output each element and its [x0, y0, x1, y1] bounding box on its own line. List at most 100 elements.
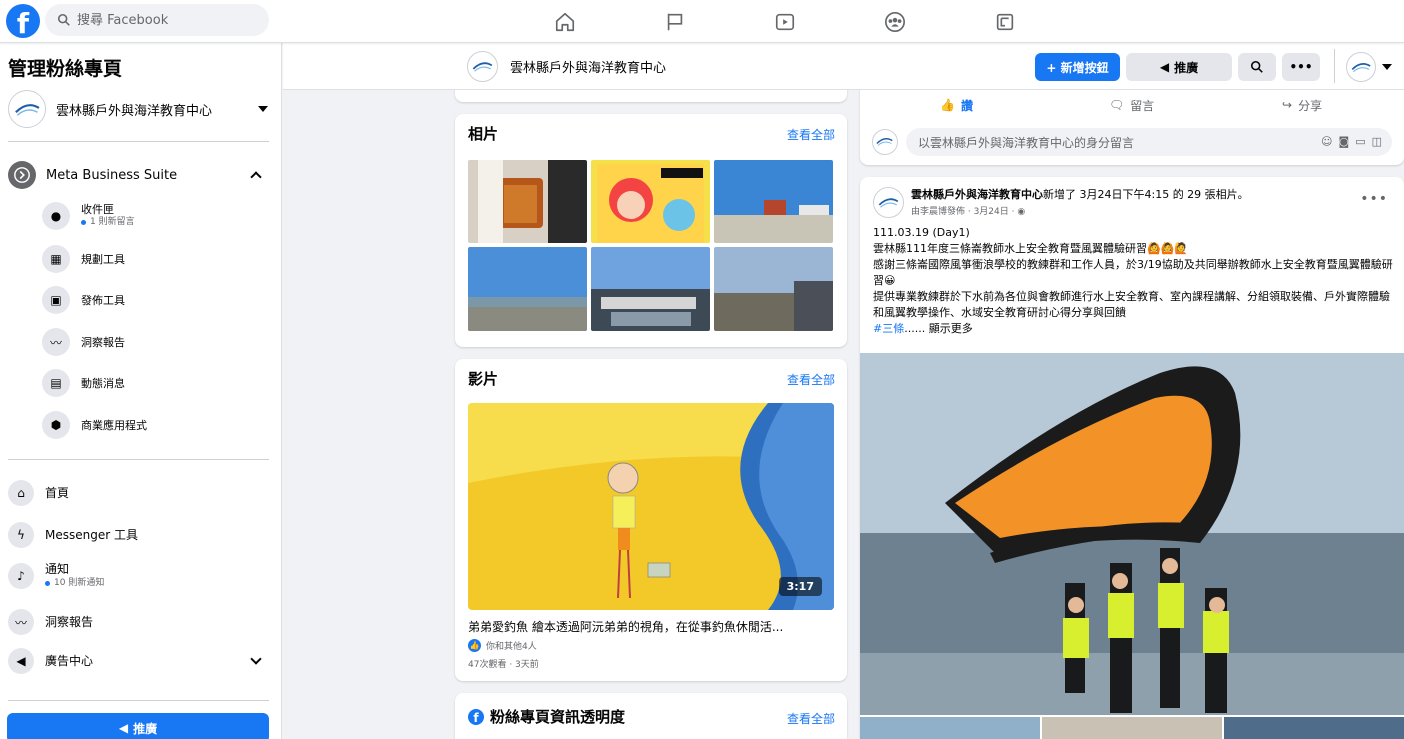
sidebar-item-ad-center[interactable]: ◀ 廣告中心 — [8, 646, 268, 676]
photo-thumbnail[interactable] — [1224, 717, 1404, 739]
page-logo-icon — [878, 198, 899, 208]
page-avatar — [8, 90, 46, 128]
photo-image — [468, 160, 587, 243]
photo-thumbnail[interactable] — [714, 160, 833, 243]
photo-image — [714, 160, 833, 243]
gif-icon[interactable]: ▭ — [1355, 135, 1365, 148]
post-more-icon[interactable]: ••• — [1360, 191, 1388, 207]
more-options-button[interactable]: ••• — [1282, 53, 1320, 81]
sidebar-item-business-apps[interactable]: ⬢ 商業應用程式 — [42, 408, 262, 442]
business-suite-toggle[interactable]: Meta Business Suite — [8, 159, 268, 191]
post-text-line: 提供專業教練群於下水前為各位與會教師進行水上安全教育、室內課程講解、分組領取裝備… — [873, 290, 1390, 319]
camera-icon[interactable]: ◙ — [1339, 135, 1350, 148]
nav-pages[interactable] — [620, 0, 730, 43]
nav-home[interactable] — [510, 0, 620, 43]
photo-thumbnail[interactable] — [1042, 717, 1222, 739]
post-action-bar: 👍 讚 🗨 留言 ↪ 分享 以雲林縣戶外與海洋教育中心的身分留言 ☺ ◙ ▭ ◫ — [860, 88, 1404, 165]
video-title[interactable]: 弟弟愛釣魚 繪本透過阿沅弟弟的視角，在從事釣魚休閒活... — [468, 618, 834, 635]
post-author[interactable]: 雲林縣戶外與海洋教育中心 — [911, 188, 1043, 201]
comment-placeholder: 以雲林縣戶外與海洋教育中心的身分留言 — [918, 135, 1135, 150]
bell-icon: ♪ — [8, 563, 34, 589]
photo-thumbnail[interactable] — [468, 247, 587, 331]
page-header-identity[interactable]: 雲林縣戶外與海洋教育中心 — [467, 51, 666, 82]
messenger-icon: ϟ — [8, 522, 34, 548]
feed-post: 雲林縣戶外與海洋教育中心新增了 3月24日下午4:15 的 29 張相片。 由李… — [860, 177, 1404, 739]
chevron-up-icon[interactable] — [250, 171, 262, 183]
sidebar-item-inbox[interactable]: ● 收件匣 1 則新留言 — [42, 199, 262, 233]
facebook-logo-icon[interactable]: f — [6, 4, 40, 38]
divider — [8, 459, 269, 460]
business-suite-icon — [8, 161, 36, 189]
see-more-link[interactable]: ...... 顯示更多 — [904, 322, 972, 335]
manage-page-sidebar: 管理粉絲專頁 雲林縣戶外與海洋教育中心 Meta Business Suite … — [0, 43, 282, 739]
post-meta: 由李晨博發佈 · 3月24日 · — [911, 207, 1015, 217]
apps-icon: ⬢ — [42, 411, 70, 439]
sidebar-item-insights[interactable]: 〰 洞察報告 — [42, 325, 262, 359]
photos-see-all-link[interactable]: 查看全部 — [787, 126, 835, 143]
videos-card-title: 影片 — [468, 370, 499, 388]
video-likes-text: 你和其他4人 — [486, 642, 537, 652]
sidebar-promote-button[interactable]: ◀ 推廣 — [7, 713, 269, 739]
sidebar-item-planner[interactable]: ▦ 規劃工具 — [42, 242, 262, 276]
page-transparency-card: f 粉絲專頁資訊透明度 查看全部 — [455, 693, 847, 739]
videos-see-all-link[interactable]: 查看全部 — [787, 371, 835, 388]
post-main-photo[interactable] — [860, 353, 1404, 715]
nav-watch[interactable] — [730, 0, 840, 43]
photo-thumbnail[interactable] — [468, 160, 587, 243]
promote-button[interactable]: ◀ 推廣 — [1126, 53, 1232, 81]
search-input[interactable] — [77, 12, 257, 28]
emoji-icon[interactable]: ☺ — [1321, 135, 1332, 148]
unread-dot — [81, 220, 86, 225]
transparency-see-all-link[interactable]: 查看全部 — [787, 710, 835, 727]
video-reactions[interactable]: 👍 你和其他4人 — [468, 639, 537, 652]
sticker-icon[interactable]: ◫ — [1372, 135, 1382, 148]
calendar-icon: ▦ — [42, 245, 70, 273]
unread-dot — [45, 580, 50, 586]
caret-down-icon[interactable] — [258, 106, 268, 112]
photo-thumbnail[interactable] — [591, 160, 710, 243]
photo-image — [591, 247, 710, 331]
page-avatar[interactable] — [873, 187, 904, 218]
sidebar-item-publishing[interactable]: ▣ 發佈工具 — [42, 283, 262, 317]
nav-groups[interactable] — [840, 0, 950, 43]
sidebar-item-notifications[interactable]: ♪ 通知 10 則新通知 — [8, 561, 268, 591]
like-reaction-icon: 👍 — [468, 639, 481, 652]
post-text: 111.03.19 (Day1) 雲林縣111年度三條崙教師水上安全教育暨風翼體… — [873, 225, 1395, 337]
sidebar-item-label: 首頁 — [45, 486, 70, 500]
search-box[interactable] — [45, 4, 269, 36]
top-navigation-bar: f — [0, 0, 1404, 43]
photo-image — [591, 160, 710, 243]
photo-thumbnail[interactable] — [860, 717, 1040, 739]
add-button[interactable]: + 新增按鈕 — [1035, 53, 1120, 81]
comment-label: 留言 — [1130, 98, 1155, 113]
share-button[interactable]: ↪ 分享 — [1282, 94, 1322, 116]
publish-icon: ▣ — [42, 286, 70, 314]
like-button[interactable]: 👍 讚 — [940, 94, 973, 116]
sidebar-item-label: 洞察報告 — [45, 615, 94, 629]
sidebar-item-insights-main[interactable]: 〰 洞察報告 — [8, 607, 268, 637]
account-switcher[interactable] — [1346, 52, 1392, 82]
video-thumbnail[interactable]: 3:17 — [468, 403, 834, 610]
sidebar-item-news-feed[interactable]: ▤ 動態消息 — [42, 366, 262, 400]
search-icon — [57, 13, 70, 26]
page-logo-icon — [1351, 62, 1371, 72]
comment-input[interactable]: 以雲林縣戶外與海洋教育中心的身分留言 ☺ ◙ ▭ ◫ — [906, 128, 1392, 156]
sidebar-item-home[interactable]: ⌂ 首頁 — [8, 478, 268, 508]
sidebar-item-sub: 10 則新通知 — [54, 578, 105, 588]
comment-button[interactable]: 🗨 留言 — [1109, 94, 1154, 116]
post-photo-image — [860, 353, 1404, 715]
photo-thumbnail[interactable] — [714, 247, 833, 331]
search-button[interactable] — [1238, 53, 1276, 81]
divider — [1334, 49, 1335, 83]
page-switcher-name: 雲林縣戶外與海洋教育中心 — [56, 103, 213, 119]
sidebar-item-label: Messenger 工具 — [45, 528, 138, 542]
chevron-down-icon[interactable] — [250, 653, 262, 665]
photo-thumbnail[interactable] — [591, 247, 710, 331]
sidebar-item-messenger[interactable]: ϟ Messenger 工具 — [8, 520, 268, 550]
hashtag-link[interactable]: #三條 — [873, 322, 904, 335]
page-logo-icon — [14, 103, 40, 116]
page-switcher[interactable]: 雲林縣戶外與海洋教育中心 — [8, 89, 268, 129]
page-logo-icon — [472, 62, 493, 72]
nav-gaming[interactable] — [950, 0, 1060, 43]
post-action-text: 新增了 3月24日下午4:15 的 29 張相片。 — [1043, 188, 1249, 201]
